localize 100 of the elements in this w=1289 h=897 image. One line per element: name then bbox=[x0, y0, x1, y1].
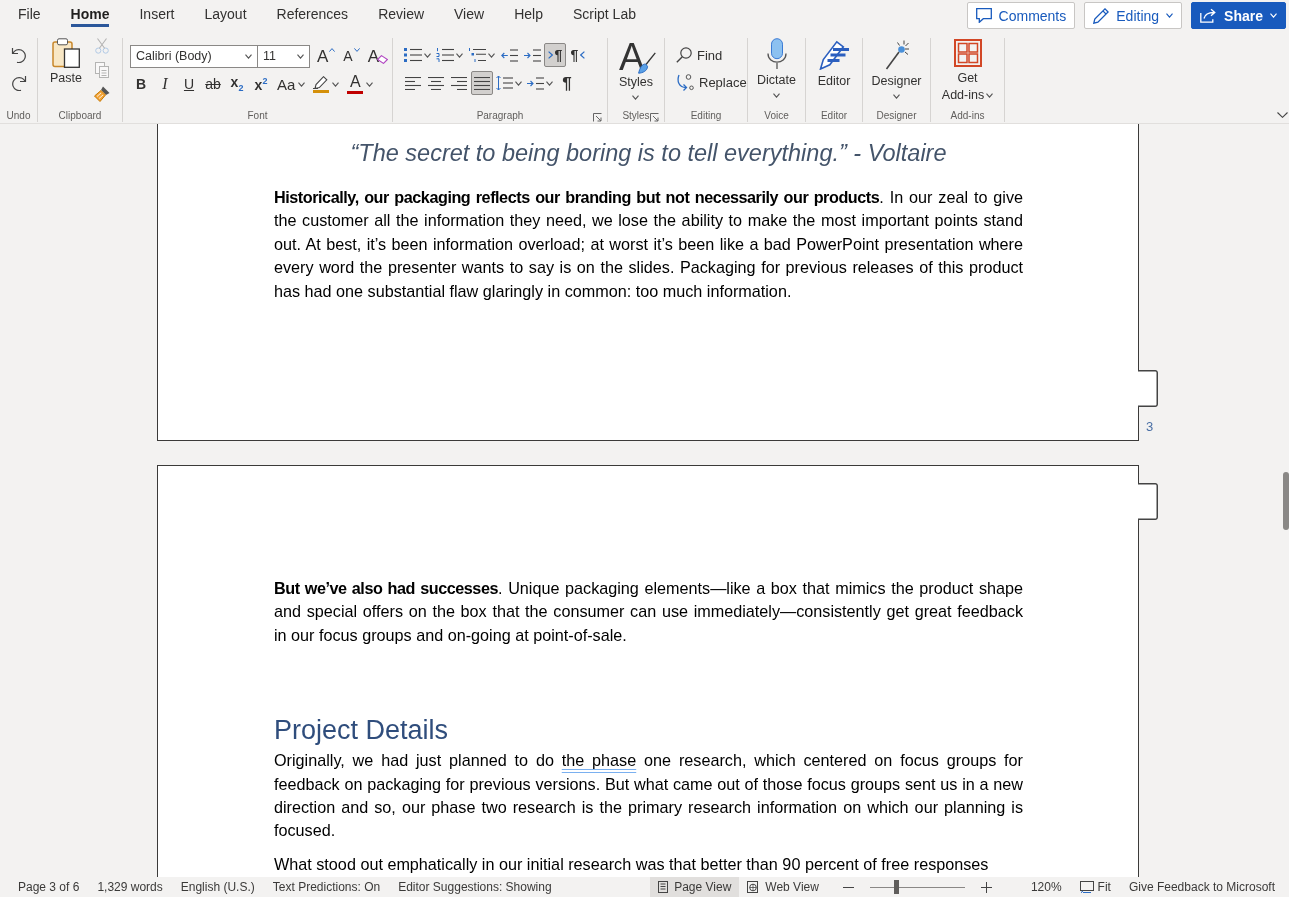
group-label: Editing bbox=[690, 110, 722, 122]
underline-button[interactable]: U bbox=[178, 72, 200, 96]
font-color-button[interactable]: A bbox=[344, 72, 377, 96]
scissors-icon bbox=[95, 38, 109, 54]
page-number: 3 bbox=[1146, 419, 1154, 435]
menu-tab[interactable]: File bbox=[3, 0, 56, 28]
highlighter-icon bbox=[313, 75, 330, 89]
grid-icon bbox=[953, 39, 982, 67]
left-to-right-button[interactable]: ¶ bbox=[544, 43, 566, 67]
paintbrush-icon bbox=[94, 86, 110, 102]
menu-tab[interactable]: Review bbox=[363, 0, 440, 28]
strikethrough-button[interactable]: ab bbox=[202, 72, 224, 96]
dialog-launcher-button[interactable] bbox=[649, 112, 660, 123]
chevron-down-icon bbox=[1276, 112, 1288, 118]
share-button[interactable]: Share bbox=[1191, 2, 1286, 29]
italic-button[interactable]: I bbox=[154, 72, 176, 96]
caret-icon bbox=[456, 52, 463, 58]
body-paragraph: Originally, we had just planned to do the phase one research, which centered on focus groups for feedback on packaging for previous versions. But what came out of those focus groups sent us in a new direction and so, our phase two research is the primary research information on which our planning is focused. bbox=[274, 750, 1023, 842]
menu-tab[interactable]: Script Lab bbox=[557, 0, 651, 28]
change-case-button[interactable]: Aa bbox=[274, 72, 309, 96]
align-right-icon bbox=[451, 76, 467, 90]
minus-icon bbox=[842, 886, 854, 888]
status-bar-item[interactable]: Editor Suggestions: Showing bbox=[389, 877, 561, 897]
designer-button[interactable]: Designer bbox=[868, 38, 925, 99]
page-view-button[interactable]: Page View bbox=[650, 877, 740, 897]
pen-icon bbox=[819, 40, 849, 70]
copy-icon bbox=[95, 62, 109, 78]
brush-sparkle-icon bbox=[884, 40, 909, 70]
page-icon bbox=[658, 881, 669, 893]
caret-icon bbox=[424, 52, 431, 58]
get-add-ins-button[interactable]: Get Add-ins bbox=[936, 38, 999, 104]
shrink-font-button[interactable]: A bbox=[340, 44, 363, 68]
multilevel-list-icon bbox=[468, 48, 486, 62]
formatting-marks-button[interactable]: ¶ bbox=[556, 71, 578, 95]
font-name-dropdown[interactable]: Calibri (Body) bbox=[130, 44, 258, 68]
caret-icon bbox=[245, 53, 252, 59]
share-icon bbox=[1200, 8, 1218, 23]
chevron-right-icon bbox=[547, 51, 553, 59]
group-label: Paragraph bbox=[476, 110, 524, 122]
group-label: Add-ins bbox=[950, 110, 985, 122]
globe-page-icon bbox=[747, 881, 760, 893]
zoom-level[interactable]: 120% bbox=[1021, 877, 1071, 897]
grow-font-button[interactable]: A bbox=[314, 44, 339, 68]
dialog-launcher-icon bbox=[593, 113, 602, 122]
feedback-button[interactable]: Give Feedback to Microsoft bbox=[1119, 877, 1284, 897]
superscript-button[interactable]: x$^{2}$ bbox=[250, 72, 272, 96]
replace-button[interactable]: Replace bbox=[673, 71, 750, 93]
curved-arrow-icon bbox=[676, 73, 694, 91]
fit-button[interactable]: Fit bbox=[1070, 877, 1120, 897]
clear-formatting-button[interactable]: A bbox=[364, 44, 392, 68]
menu-tab[interactable]: Help bbox=[499, 0, 558, 28]
font-size-dropdown[interactable]: 11 bbox=[257, 44, 310, 68]
paste-button[interactable]: Paste bbox=[47, 38, 85, 85]
status-bar-item[interactable]: 1,329 words bbox=[88, 877, 172, 897]
line-spacing-icon bbox=[496, 75, 513, 91]
editing-mode-dropdown[interactable]: Editing bbox=[1084, 2, 1183, 29]
group-label: Designer bbox=[876, 110, 917, 122]
web-view-button[interactable]: Web View bbox=[739, 877, 827, 897]
right-to-left-button[interactable]: ¶ bbox=[567, 43, 589, 67]
body-paragraph: Historically, our packaging reflects our branding but not necessarily our products. In our zeal to give the customer all the information they need, we lose the ability to make the most important points stand out. At best, it’s been information overload; at worst it’s been like a bad PowerPoint presentation where every word the presenter wants to say is on the slides. Packaging for previous releases of this product has had one substantial flaw glaringly in common: too much information. bbox=[274, 187, 1023, 302]
dictate-button[interactable]: Dictate bbox=[754, 38, 799, 98]
body-paragraph: What stood out emphatically in our initial research was that better than 90 percent of free responses bbox=[274, 853, 990, 875]
group-label: Editor bbox=[820, 110, 848, 122]
menu-tab[interactable]: Insert bbox=[124, 0, 190, 28]
align-left-icon bbox=[405, 76, 421, 90]
clipboard-icon bbox=[52, 38, 80, 68]
caret-icon bbox=[632, 95, 640, 100]
group-label: Voice bbox=[764, 110, 789, 122]
chevron-left-icon bbox=[580, 51, 586, 59]
dialog-launcher-button[interactable] bbox=[592, 112, 603, 123]
caret-down-icon bbox=[353, 48, 360, 52]
outdent-icon bbox=[500, 48, 518, 62]
caret-icon bbox=[1270, 13, 1277, 18]
comments-button[interactable]: Comments bbox=[966, 2, 1076, 29]
group-label: Undo bbox=[6, 110, 31, 122]
search-icon bbox=[676, 47, 692, 63]
plus-icon bbox=[980, 881, 992, 893]
caret-icon bbox=[297, 53, 304, 59]
status-bar-item[interactable]: Page 3 of 6 bbox=[9, 877, 89, 897]
find-button[interactable]: Find bbox=[673, 44, 750, 66]
justify-button[interactable] bbox=[471, 71, 493, 95]
pencil-icon bbox=[1093, 7, 1110, 24]
menu-tab[interactable]: View bbox=[439, 0, 500, 28]
collapse-ribbon-button[interactable] bbox=[1276, 111, 1288, 119]
group-label: Font bbox=[247, 110, 268, 122]
status-bar-item[interactable]: English (U.S.) bbox=[171, 877, 264, 897]
subscript-button[interactable]: x$_{2}$ bbox=[226, 72, 248, 96]
zoom-slider-thumb[interactable] bbox=[894, 880, 900, 894]
caret-icon bbox=[515, 80, 522, 86]
editor-button[interactable]: Editor bbox=[814, 38, 854, 88]
menu-tab[interactable]: Layout bbox=[189, 0, 262, 28]
menu-tab[interactable]: References bbox=[261, 0, 364, 28]
status-bar-item[interactable]: Text Predictions: On bbox=[263, 877, 390, 897]
eraser-icon bbox=[377, 55, 389, 64]
caret-icon bbox=[546, 80, 553, 86]
bold-button[interactable]: B bbox=[130, 72, 152, 96]
caret-up-icon bbox=[329, 48, 336, 52]
styles-button[interactable]: A Styles bbox=[615, 38, 656, 100]
caret-icon bbox=[298, 81, 306, 87]
scrollbar-thumb[interactable] bbox=[1283, 472, 1289, 530]
